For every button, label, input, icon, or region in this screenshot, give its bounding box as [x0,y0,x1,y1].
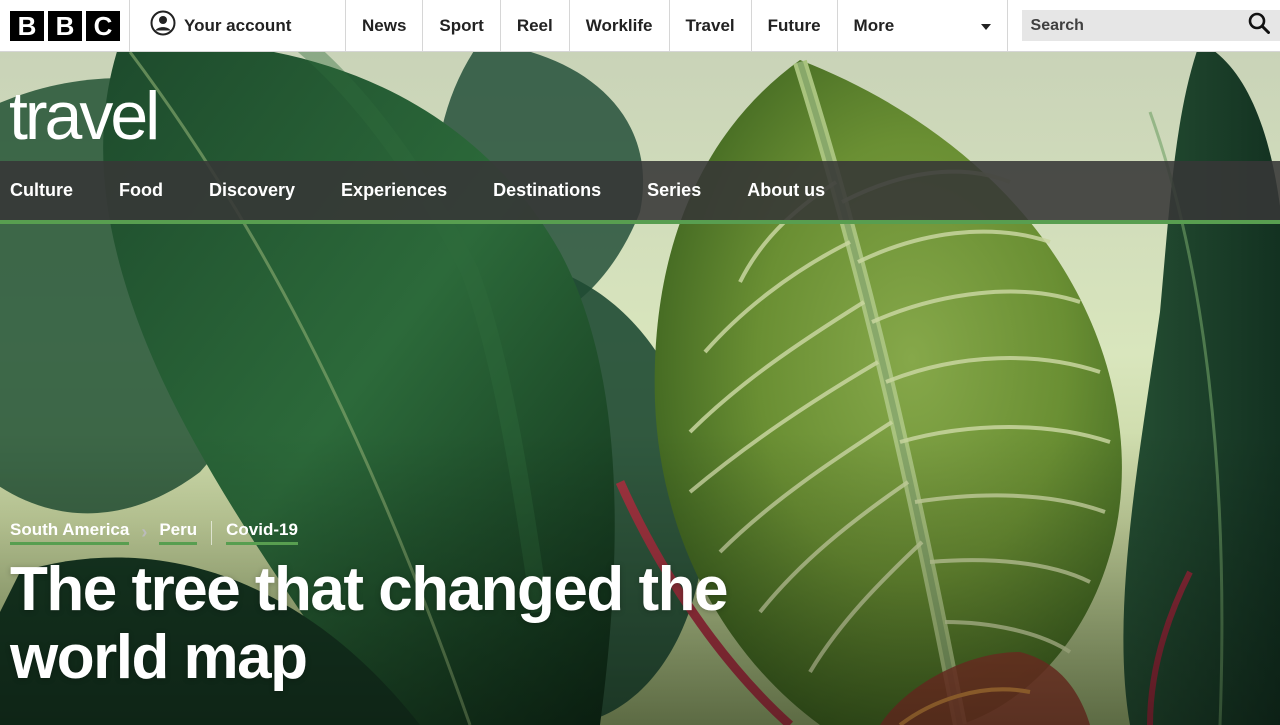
section-nav-discovery[interactable]: Discovery [199,180,295,201]
chevron-right-icon: › [141,522,148,542]
account-label: Your account [184,15,292,35]
section-nav-food[interactable]: Food [109,180,163,201]
magnifier-icon[interactable] [1248,12,1270,39]
accent-divider [0,220,1280,224]
nav-item-travel[interactable]: Travel [670,0,752,51]
breadcrumb-south-america[interactable]: South America [10,520,130,545]
nav-item-worklife[interactable]: Worklife [570,0,670,51]
bbc-logo-letter: C [86,10,120,41]
article-title: The tree that changed the world map [10,555,728,692]
search-area [1008,0,1280,51]
search-box [1021,10,1280,41]
section-nav-destinations[interactable]: Destinations [483,180,601,201]
section-nav-experiences[interactable]: Experiences [331,180,447,201]
nav-item-future[interactable]: Future [752,0,838,51]
more-menu-button[interactable]: More [838,0,1008,51]
global-header: B B C Your account News Sport Reel Workl… [0,0,1280,52]
nav-item-news[interactable]: News [346,0,424,51]
search-input[interactable] [1030,16,1231,35]
breadcrumb-peru[interactable]: Peru [159,520,198,545]
breadcrumb: South America › Peru Covid-19 [10,520,298,545]
bbc-logo-letter: B [10,10,44,41]
nav-item-sport[interactable]: Sport [423,0,501,51]
account-link[interactable]: Your account [130,0,346,51]
section-nav-series[interactable]: Series [637,180,701,201]
hero-section: travel Culture Food Discovery Experience… [0,52,1280,725]
caret-down-icon [980,24,991,30]
nav-item-reel[interactable]: Reel [501,0,570,51]
user-circle-icon [150,10,176,41]
global-nav: News Sport Reel Worklife Travel Future M… [346,0,1008,51]
section-nav-about-us[interactable]: About us [737,180,825,201]
tag-covid-19[interactable]: Covid-19 [226,520,298,545]
bbc-logo-letter: B [48,10,82,41]
section-nav: Culture Food Discovery Experiences Desti… [0,161,1280,220]
more-label: More [853,15,895,35]
section-nav-culture[interactable]: Culture [0,180,73,201]
bbc-logo[interactable]: B B C [0,0,130,51]
travel-brand-logo[interactable]: travel [9,82,160,150]
breadcrumb-separator [211,520,213,545]
